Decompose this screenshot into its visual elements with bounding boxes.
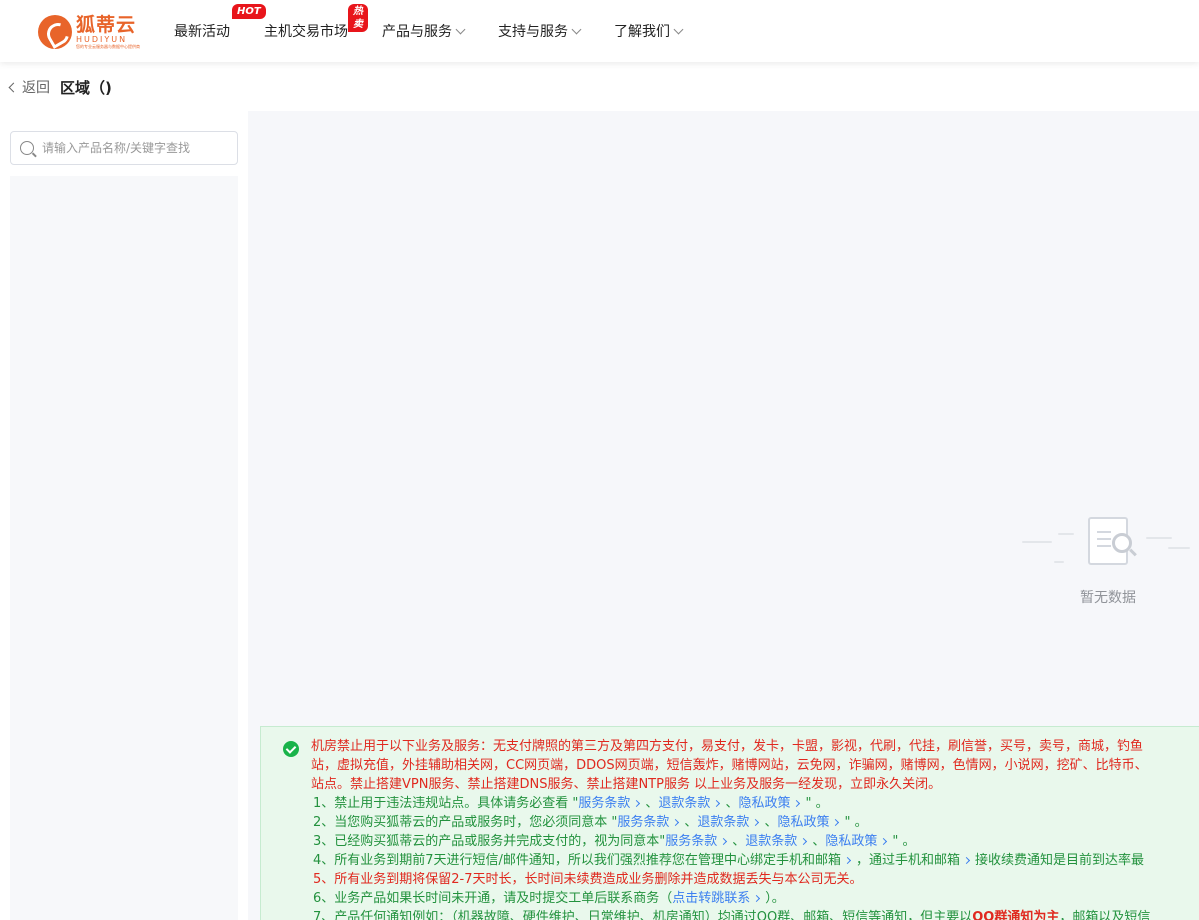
notice-item-3: 3、已经购买狐蒂云的产品或服务并完成支付的，视为同意本"服务条款 、退款条款 、隐私…	[313, 834, 916, 849]
nav-item-about[interactable]: 了解我们	[614, 0, 684, 62]
chevron-right-icon	[843, 856, 851, 865]
privacy-policy-link[interactable]: 隐私政策	[738, 796, 790, 811]
notice-item-6: 6、业务产品如果长时间未开通，请及时提交工单后联系商务（点击转跳联系）。	[313, 891, 785, 906]
chevron-right-icon	[793, 799, 801, 808]
notice-item-2: 2、当您购买狐蒂云的产品或服务时，您必须同意本 "服务条款 、退款条款 、隐私政策 "…	[313, 815, 868, 830]
nav-item-products[interactable]: 产品与服务	[382, 0, 466, 62]
nav-label: 支持与服务	[498, 24, 568, 40]
chevron-right-icon	[753, 894, 761, 903]
bind-phone-email-link[interactable]: 管理中心绑定手机和邮箱	[698, 853, 841, 868]
chevron-right-icon	[720, 837, 728, 846]
product-list-panel	[10, 176, 238, 920]
check-circle-icon	[283, 741, 299, 757]
chevron-right-icon	[962, 856, 971, 865]
chevron-right-icon	[880, 837, 888, 846]
nav-item-latest-activity[interactable]: 最新活动 HOT	[174, 0, 266, 62]
top-header: 狐蒂云 HUDIYUN 您的专业云服务器与数据中心提供商 最新活动 HOT 主机…	[0, 0, 1199, 62]
service-terms-link[interactable]: 服务条款	[617, 815, 669, 830]
contact-sales-link[interactable]: 点击转跳联系	[672, 891, 750, 906]
nav-label: 产品与服务	[382, 24, 452, 40]
notice-intro-2: 站，虚拟充值，外挂辅助相关网，CC网页端，DDOS网页端，短信轰炸，赌博网站，云…	[311, 758, 1148, 773]
logo-name-cn: 狐蒂云	[76, 13, 137, 36]
empty-state: 暂无数据	[1018, 511, 1198, 607]
search-icon	[20, 141, 34, 155]
logo-mark-icon	[38, 15, 72, 49]
notice-item-5: 5、所有业务到期将保留2-7天时长，长时间未续费造成业务删除并造成数据丢失与本公…	[313, 872, 863, 887]
back-button[interactable]: 返回	[22, 77, 50, 97]
refund-terms-link[interactable]: 退款条款	[697, 815, 749, 830]
refund-terms-link[interactable]: 退款条款	[658, 796, 710, 811]
chevron-right-icon	[672, 818, 680, 827]
chevron-down-icon	[571, 24, 582, 34]
notice-box: 机房禁止用于以下业务及服务：无支付牌照的第三方及第四方支付，易支付，发卡，卡盟，…	[260, 726, 1199, 920]
chevron-down-icon	[673, 24, 684, 34]
chevron-right-icon	[713, 799, 721, 808]
logo-name-en: HUDIYUN	[76, 34, 128, 44]
nav-label: 最新活动	[174, 24, 230, 40]
chevron-down-icon	[455, 24, 466, 34]
notice-item-1: 1、禁止用于违法违规站点。具体请务必查看 "服务条款 、退款条款 、隐私政策 " 。	[313, 796, 829, 811]
page-title: 区域（)	[60, 78, 112, 97]
search-input[interactable]	[42, 141, 232, 155]
privacy-policy-link[interactable]: 隐私政策	[777, 815, 829, 830]
hot-badge: HOT	[232, 4, 266, 19]
chevron-right-icon	[832, 818, 840, 827]
empty-text: 暂无数据	[1080, 590, 1136, 606]
product-search-box[interactable]	[10, 131, 238, 165]
logo[interactable]: 狐蒂云 HUDIYUN 您的专业云服务器与数据中心提供商	[38, 14, 148, 50]
notice-intro: 机房禁止用于以下业务及服务：无支付牌照的第三方及第四方支付，易支付，发卡，卡盟，…	[311, 739, 1144, 754]
notice-item-4: 4、所有业务到期前7天进行短信/邮件通知，所以我们强烈推荐您在管理中心绑定手机和…	[313, 853, 1144, 868]
nav-label: 主机交易市场	[264, 24, 348, 40]
chevron-right-icon	[752, 818, 760, 827]
nav-item-support[interactable]: 支持与服务	[498, 0, 582, 62]
service-terms-link[interactable]: 服务条款	[578, 796, 630, 811]
breadcrumb: 返回 区域（)	[8, 77, 112, 97]
notice-intro-3: 站点。禁止搭建VPN服务、禁止搭建DNS服务、禁止搭建NTP服务 以上业务及服务…	[311, 777, 942, 792]
chevron-left-icon[interactable]	[8, 82, 19, 92]
main-nav: 最新活动 HOT 主机交易市场 热卖 产品与服务 支持与服务 了解我们	[174, 0, 716, 62]
chevron-right-icon	[633, 799, 641, 808]
nav-label: 了解我们	[614, 24, 670, 40]
logo-tagline: 您的专业云服务器与数据中心提供商	[76, 43, 140, 49]
empty-data-icon	[1018, 511, 1198, 577]
nav-item-host-market[interactable]: 主机交易市场 热卖	[264, 0, 368, 62]
refund-terms-link[interactable]: 退款条款	[745, 834, 797, 849]
service-terms-link[interactable]: 服务条款	[665, 834, 717, 849]
chevron-right-icon	[800, 837, 808, 846]
privacy-policy-link[interactable]: 隐私政策	[825, 834, 877, 849]
notice-item-7: 7、产品任何通知例如：（机器故障、硬件维护、日常维护、机房通知）均通过QQ群、邮…	[313, 910, 1151, 920]
hot-sale-badge: 热卖	[348, 4, 368, 32]
